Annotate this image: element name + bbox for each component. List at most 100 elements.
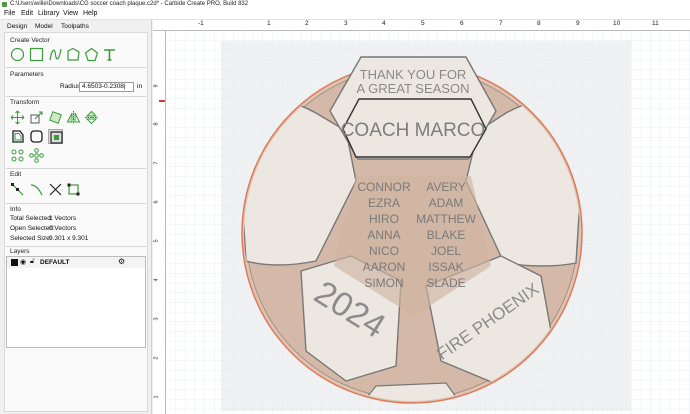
menu-help[interactable]: Help [83,10,97,17]
layer-settings-gear-icon[interactable]: ⚙ [118,257,125,266]
divider [6,67,146,68]
player-name: SLADE [426,276,465,290]
boolean-icon[interactable] [48,182,63,197]
ruler-tick-label: 1 [153,395,160,399]
left-ruler: 9 8 7 6 5 4 3 2 1 [153,31,166,414]
ruler-tick-label: 3 [344,20,348,27]
tab-design[interactable]: Design [7,23,28,31]
ruler-tick-label: 5 [421,20,425,27]
player-name: ADAM [429,196,464,210]
ruler-tick-label: 7 [153,161,160,165]
plaque-coach: COACH MARCO [341,120,486,141]
edit-title: Edit [10,171,22,178]
info-title: Info [10,206,21,213]
menu-library[interactable]: Library [38,10,59,17]
parameters-title: Parameters [10,71,44,78]
layers-title: Layers [10,248,30,255]
design-canvas[interactable]: -1 1 2 3 4 5 6 7 8 9 10 11 9 8 7 6 5 4 3… [153,20,690,414]
node-edit-icon[interactable] [10,182,25,197]
ruler-tick-label: 8 [537,20,541,27]
selected-size-value: 9.301 x 9.301 [49,235,89,242]
workspace: THANK YOU FOR A GREAT SEASON COACH MARCO… [166,31,690,414]
player-name: EZRA [368,196,400,210]
ruler-tick-label: 9 [576,20,580,27]
app-icon [2,2,7,7]
layer-row[interactable]: ◉ 🔓︎ DEFAULT ⚙ [7,257,145,268]
divider [6,203,146,204]
layers-list: ◉ 🔓︎ DEFAULT ⚙ [6,256,146,348]
divider [6,168,146,169]
rotate-icon[interactable] [48,110,63,125]
plaque-thank-line1: THANK YOU FOR [360,67,467,82]
player-name: JOEL [431,244,461,258]
ruler-tick-label: 1 [267,20,271,27]
align-icon[interactable] [48,129,63,144]
player-name: BLAKE [427,228,466,242]
ruler-tick-label: 4 [382,20,386,27]
title-bar: C:\Users\wille\Downloads\CG soccer coach… [0,0,690,9]
array-icon[interactable] [10,148,25,163]
ruler-tick-label: 6 [153,200,160,204]
radius-input[interactable]: 4.6503-0.2308| [79,82,134,92]
menu-bar: File Edit Library View Help [0,9,690,20]
eye-icon[interactable]: ◉ [20,258,26,266]
menu-view[interactable]: View [63,10,78,17]
ruler-tick-label: 9 [153,84,160,88]
ruler-tick-label: 2 [305,20,309,27]
move-icon[interactable] [10,110,25,125]
lock-icon[interactable]: 🔓︎ [30,258,35,266]
window-title: C:\Users\wille\Downloads\CG soccer coach… [10,1,249,7]
player-name: SIMON [364,276,403,290]
polygon-icon[interactable] [84,47,99,62]
curve-icon[interactable] [48,47,63,62]
mirror-icon[interactable] [66,110,81,125]
ruler-tick-label: -1 [198,20,204,27]
rectangle-icon[interactable] [29,47,44,62]
total-selected-value: 1 Vectors [49,215,77,222]
text-icon[interactable] [102,47,117,62]
ruler-tick-label: 11 [652,20,659,27]
transform-title: Transform [10,99,40,106]
radius-label: Radius [60,83,81,90]
player-name: ANNA [367,228,400,242]
fillet-icon[interactable] [29,129,44,144]
ruler-tick-label: 3 [153,317,160,321]
circle-icon[interactable] [10,47,25,62]
menu-file[interactable]: File [4,10,15,17]
open-selected-value: 0 Vectors [49,225,77,232]
join-icon[interactable] [66,182,81,197]
ruler-tick-label: 10 [613,20,621,27]
ruler-tick-label: 6 [460,20,464,27]
ruler-tick-label: 7 [499,20,503,27]
ruler-cursor-marker [159,100,165,102]
tab-model[interactable]: Model [35,23,53,30]
flip-icon[interactable] [84,110,99,125]
create-vector-title: Create Vector [10,37,50,44]
ruler-tick-label: 4 [153,278,160,282]
divider [6,96,146,97]
plaque-thank-line2: A GREAT SEASON [357,81,470,96]
player-name: CONNOR [357,180,411,194]
player-name: AVERY [426,180,466,194]
top-ruler: -1 1 2 3 4 5 6 7 8 9 10 11 [153,20,690,31]
player-name: HIRO [369,212,399,226]
total-selected-label: Total Selected: [10,215,53,222]
player-name: MATTHEW [416,212,476,226]
selected-size-label: Selected Size: [10,235,52,242]
scale-icon[interactable] [29,110,44,125]
player-name: ISSAK [428,260,463,274]
circular-array-icon[interactable] [29,148,44,163]
player-name: NICO [369,244,399,258]
polyline-icon[interactable] [66,47,81,62]
ruler-tick-label: 2 [153,356,160,360]
tab-toolpaths[interactable]: Toolpaths [61,23,89,30]
left-panel: Design Model Toolpaths Create Vector Par… [0,20,152,414]
trim-icon[interactable] [29,182,44,197]
ruler-tick-label: 5 [153,239,160,243]
radius-unit: in [137,83,143,90]
divider [6,246,146,247]
ruler-tick-label: 8 [153,122,160,126]
menu-edit[interactable]: Edit [21,10,33,17]
layer-color-swatch[interactable] [11,259,18,266]
offset-icon[interactable] [10,129,25,144]
